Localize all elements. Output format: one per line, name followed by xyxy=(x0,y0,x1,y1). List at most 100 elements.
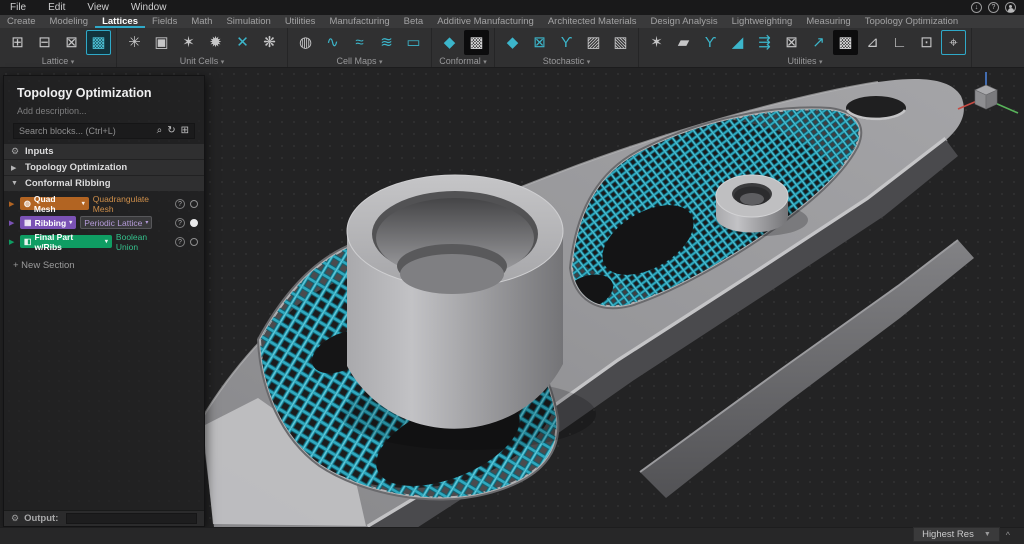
unit-cell-swirl-icon[interactable]: ❋ xyxy=(257,30,282,55)
block-collapse-arrow[interactable]: ▶ xyxy=(9,200,16,208)
ribbon-tab[interactable]: Utilities xyxy=(278,15,323,28)
block-name: Final Part w/Ribs xyxy=(34,231,74,252)
ribbon-tab[interactable]: Lightweighting xyxy=(725,15,800,28)
add-block-icon[interactable]: ⊞ xyxy=(181,126,189,136)
ribbon-group-label[interactable]: Utilities ▾ xyxy=(644,55,966,68)
swept-cell-map-icon[interactable]: ≈ xyxy=(347,30,372,55)
block-help-icon[interactable]: ? xyxy=(175,236,185,247)
unit-cell-star-icon[interactable]: ✳ xyxy=(122,30,147,55)
beam-lattice-sphere-icon[interactable]: ⊞ xyxy=(5,30,30,55)
block-type-label[interactable]: Boolean Union ▾ xyxy=(116,232,171,252)
block-visibility-dot[interactable] xyxy=(190,218,198,227)
pin-cube-icon[interactable]: ⊡ xyxy=(914,30,939,55)
array-graph-icon[interactable]: ⇶ xyxy=(752,30,777,55)
section-inputs[interactable]: ⚙ Inputs xyxy=(4,144,204,159)
voronoi-lattice-icon[interactable]: ◆ xyxy=(500,30,525,55)
block-name-badge[interactable]: ◧ Final Part w/Ribs ▾ xyxy=(19,232,112,252)
warp-graph-icon[interactable]: ⊠ xyxy=(779,30,804,55)
block-row[interactable]: ▶ ▦ Ribbing ▾ Periodic Lattice ▾ ? xyxy=(4,214,204,231)
render-view-icon[interactable]: ⌖ xyxy=(941,30,966,55)
block-help-icon[interactable]: ? xyxy=(175,198,185,209)
random-seed-box-icon[interactable]: ▨ xyxy=(581,30,606,55)
output-value-field[interactable] xyxy=(66,513,197,524)
ribbon-tab[interactable]: Modeling xyxy=(43,15,96,28)
expand-arrow-icon[interactable]: ▼ xyxy=(11,180,19,187)
ribbon-group-label[interactable]: Stochastic ▾ xyxy=(500,55,633,68)
unit-cell-box-icon[interactable]: ▣ xyxy=(149,30,174,55)
frame-box-icon[interactable]: ▩ xyxy=(833,30,858,55)
ribbon-tab[interactable]: Fields xyxy=(145,15,184,28)
panel-canvas-area[interactable] xyxy=(4,277,204,510)
ribbon-group-label[interactable]: Unit Cells ▾ xyxy=(122,55,282,68)
ribbon-tab[interactable]: Create xyxy=(0,15,43,28)
ribbon-tab[interactable]: Architected Materials xyxy=(541,15,644,28)
ribbon-tab[interactable]: Manufacturing xyxy=(322,15,396,28)
beam-lattice-round-icon[interactable]: ⊠ xyxy=(59,30,84,55)
block-row[interactable]: ▶ ◍ Quad Mesh ▾ Quadrangulate Mesh ▾ ? xyxy=(4,194,204,214)
ribbon-group-label[interactable]: Lattice ▾ xyxy=(5,55,111,68)
thicken-strut-icon[interactable]: ▰ xyxy=(671,30,696,55)
resolution-selector[interactable]: Highest Res ▼ xyxy=(913,527,1000,542)
ribbon-tab[interactable]: Beta xyxy=(397,15,431,28)
search-icon[interactable]: ⌕ xyxy=(157,126,163,136)
block-name-badge[interactable]: ◍ Quad Mesh ▾ xyxy=(19,194,89,214)
menu-item[interactable]: Window xyxy=(131,2,167,13)
output-row[interactable]: ⚙ Output: xyxy=(4,510,204,526)
ribbon-tab[interactable]: Measuring xyxy=(799,15,857,28)
account-icon[interactable] xyxy=(1005,2,1016,13)
block-collapse-arrow[interactable]: ▶ xyxy=(9,219,16,227)
split-graph-icon[interactable]: ϒ xyxy=(698,30,723,55)
block-help-icon[interactable]: ? xyxy=(175,217,185,228)
description-field[interactable]: Add description... xyxy=(4,100,204,116)
ribbon-tab[interactable]: Design Analysis xyxy=(644,15,725,28)
search-input[interactable]: Search blocks... (Ctrl+L) ⌕ ↻ ⊞ xyxy=(13,123,195,139)
center-boss-cylinder[interactable] xyxy=(340,174,596,450)
download-icon[interactable]: ↓ xyxy=(971,2,982,13)
conformal-lattice-icon[interactable]: ◆ xyxy=(437,30,462,55)
new-section-button[interactable]: + New Section xyxy=(4,254,204,277)
voxel-lattice-icon[interactable]: ▩ xyxy=(464,30,489,55)
unit-cell-graph-2-icon[interactable]: ✹ xyxy=(203,30,228,55)
block-type-label[interactable]: Quadrangulate Mesh ▾ xyxy=(93,194,171,214)
strut-graph-icon[interactable]: ϒ xyxy=(554,30,579,55)
lattice-from-graph-icon[interactable]: ✶ xyxy=(644,30,669,55)
surface-cell-map-icon[interactable]: ∿ xyxy=(320,30,345,55)
ribbon-group-label[interactable]: Cell Maps ▾ xyxy=(293,55,426,68)
expand-panel-icon[interactable]: ^ xyxy=(1006,530,1010,540)
planar-cell-map-icon[interactable]: ▭ xyxy=(401,30,426,55)
measure-beam-icon[interactable]: ⊿ xyxy=(860,30,885,55)
ribbon-tab[interactable]: Math xyxy=(184,15,219,28)
view-cube-gizmo[interactable] xyxy=(957,72,1019,114)
block-row[interactable]: ▶ ◧ Final Part w/Ribs ▾ Boolean Union ▾ … xyxy=(4,232,204,252)
ribbon-group-label[interactable]: Conformal ▾ xyxy=(437,55,489,68)
block-visibility-dot[interactable] xyxy=(190,199,198,208)
section-conformal-ribbing[interactable]: ▼ Conformal Ribbing xyxy=(4,176,204,191)
voronoi-volume-icon[interactable]: ⊠ xyxy=(527,30,552,55)
block-visibility-dot[interactable] xyxy=(190,237,198,246)
ramp-thickness-icon[interactable]: ◢ xyxy=(725,30,750,55)
section-topology-optimization[interactable]: ▶ Topology Optimization xyxy=(4,160,204,175)
beam-lattice-cylinder-icon[interactable]: ⊟ xyxy=(32,30,57,55)
volume-cell-map-icon[interactable]: ≋ xyxy=(374,30,399,55)
history-icon[interactable]: ↻ xyxy=(167,126,175,136)
block-type-label[interactable]: Periodic Lattice ▾ xyxy=(80,216,153,229)
cell-map-sphere-icon[interactable]: ◍ xyxy=(293,30,318,55)
menu-item[interactable]: Edit xyxy=(48,2,65,13)
stochastic-volume-icon[interactable]: ▧ xyxy=(608,30,633,55)
move-graph-icon[interactable]: ↗ xyxy=(806,30,831,55)
block-collapse-arrow[interactable]: ▶ xyxy=(9,238,16,246)
block-name-badge[interactable]: ▦ Ribbing ▾ xyxy=(20,216,77,229)
menu-item[interactable]: View xyxy=(87,2,109,13)
custom-unit-cell-icon[interactable]: ✕ xyxy=(230,30,255,55)
corner-hole[interactable] xyxy=(845,96,907,121)
volume-lattice-icon[interactable]: ▩ xyxy=(86,30,111,55)
menu-item[interactable]: File xyxy=(10,2,26,13)
ribbon-tab[interactable]: Additive Manufacturing xyxy=(430,15,541,28)
unit-cell-graph-1-icon[interactable]: ✶ xyxy=(176,30,201,55)
ribbon-tab[interactable]: Simulation xyxy=(219,15,277,28)
collapse-arrow-icon[interactable]: ▶ xyxy=(11,164,19,172)
ribbon-tab[interactable]: Topology Optimization xyxy=(858,15,965,28)
help-icon[interactable]: ? xyxy=(988,2,999,13)
axes-icon[interactable]: ∟ xyxy=(887,30,912,55)
ribbon-tab[interactable]: Lattices xyxy=(95,15,145,28)
